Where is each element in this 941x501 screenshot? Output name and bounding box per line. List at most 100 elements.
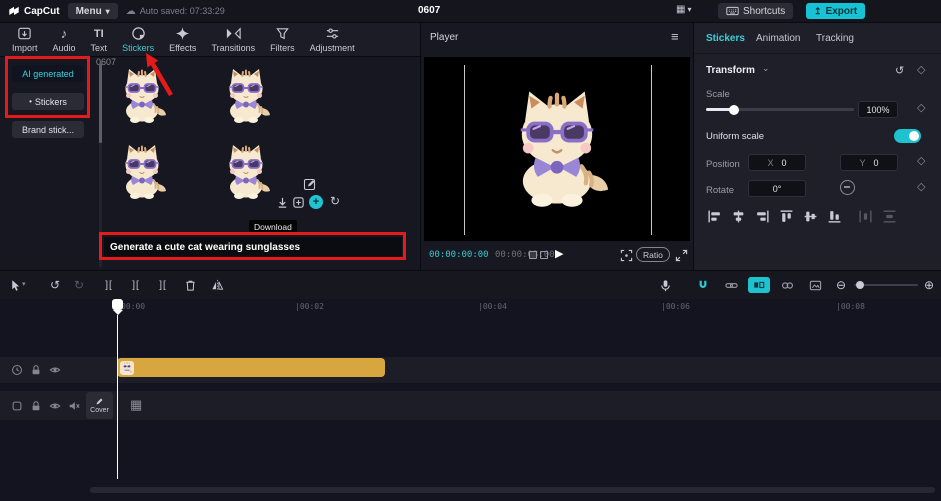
props-tab-stickers[interactable]: Stickers	[706, 33, 745, 44]
transition-snap-toggle[interactable]	[776, 277, 798, 293]
add-sticker-button[interactable]: +	[309, 195, 323, 209]
shortcuts-button[interactable]: Shortcuts	[718, 3, 794, 19]
align-middle-v-icon[interactable]	[803, 209, 818, 224]
distribute-h-icon[interactable]	[858, 209, 873, 224]
uniform-scale-toggle[interactable]	[894, 129, 921, 143]
align-bottom-icon[interactable]	[827, 209, 842, 224]
props-tab-animation[interactable]: Animation	[756, 33, 800, 44]
link-toggle[interactable]	[720, 277, 742, 293]
collapse-icon[interactable]: ⌄	[762, 63, 770, 74]
scale-slider-handle[interactable]	[729, 104, 739, 115]
cover-button[interactable]: Cover	[86, 392, 113, 419]
delete-left-icon[interactable]: ][	[127, 276, 145, 294]
timeline-ruler[interactable]: 00:00 |00:02 |00:04 |00:06 |00:08	[0, 299, 941, 314]
sticker-tile[interactable]	[212, 65, 280, 125]
sidebar-item-brand-stickers[interactable]: Brand stick...	[12, 121, 84, 138]
preview-mode-icons[interactable]	[529, 251, 548, 259]
fullscreen-icon[interactable]	[675, 249, 688, 262]
track2-mute-icon[interactable]	[67, 399, 80, 412]
position-x-input[interactable]: X 0	[748, 154, 806, 171]
download-icon[interactable]	[276, 196, 289, 209]
keyframe-icon[interactable]: ◇	[917, 103, 925, 114]
media-tab-label: Adjustment	[309, 43, 355, 53]
media-tab-transitions[interactable]: Transitions	[211, 26, 255, 53]
rotate-label: Rotate	[706, 185, 734, 196]
props-tab-tracking[interactable]: Tracking	[816, 33, 854, 44]
timeline-zoom-handle[interactable]	[856, 281, 864, 289]
align-left-icon[interactable]	[707, 209, 722, 224]
snap-toggle[interactable]	[692, 277, 714, 293]
layout-switcher[interactable]: ▦ ▾	[676, 4, 691, 15]
rotate-input[interactable]: 0°	[748, 180, 806, 197]
position-label: Position	[706, 159, 740, 170]
track1-lock-icon[interactable]	[29, 363, 42, 376]
export-label: Export	[825, 5, 858, 17]
scale-slider[interactable]	[706, 104, 854, 115]
preview-cat-sticker[interactable]	[493, 83, 621, 211]
track2-visibility-icon[interactable]	[48, 399, 61, 412]
rotate-knob[interactable]	[840, 180, 855, 195]
play-button[interactable]: ▶	[555, 247, 563, 260]
menu-button[interactable]: Menu ▾	[67, 3, 118, 19]
playhead-handle[interactable]	[112, 299, 123, 310]
align-right-icon[interactable]	[755, 209, 770, 224]
timeline-scrollbar[interactable]	[90, 487, 935, 493]
keyframe-icon[interactable]: ◇	[917, 182, 925, 193]
effects-icon	[175, 26, 190, 41]
player-title: Player	[430, 32, 459, 43]
playhead[interactable]	[112, 299, 123, 481]
media-tab-effects[interactable]: Effects	[169, 26, 196, 53]
pencil-icon	[95, 397, 104, 406]
sticker-clip[interactable]	[117, 358, 385, 377]
position-y-input[interactable]: Y 0	[840, 154, 898, 171]
delete-right-icon[interactable]: ][	[154, 276, 172, 294]
track2-lock-icon[interactable]	[29, 399, 42, 412]
select-tool-caret-icon[interactable]: ▾	[22, 280, 26, 288]
media-tab-stickers[interactable]: Stickers	[122, 26, 154, 53]
split-icon[interactable]: ][	[100, 276, 118, 294]
frame-preview-icon[interactable]	[620, 249, 633, 262]
zoom-out-icon[interactable]: ⊖	[832, 276, 850, 294]
media-tab-import[interactable]: Import	[12, 26, 38, 53]
layout-grid-icon: ▦	[676, 4, 686, 15]
library-scrollbar-thumb[interactable]	[99, 63, 102, 143]
distribute-v-icon[interactable]	[882, 209, 897, 224]
ruler-tick: |00:02	[295, 302, 324, 311]
media-tab-text[interactable]: TI Text	[91, 26, 108, 54]
align-center-h-icon[interactable]	[731, 209, 746, 224]
track1-toggle-icon[interactable]	[10, 363, 23, 376]
mic-icon[interactable]	[656, 276, 674, 294]
render-preview-toggle[interactable]	[804, 277, 826, 293]
track1-visibility-icon[interactable]	[48, 363, 61, 376]
scale-value[interactable]: 100%	[858, 101, 898, 118]
sticker-tile[interactable]	[108, 141, 176, 201]
media-tab-audio[interactable]: ♪ Audio	[53, 26, 76, 53]
refresh-icon[interactable]: ↻	[330, 194, 340, 208]
chevron-down-icon: ▾	[105, 6, 110, 16]
keyframe-icon[interactable]: ◇	[917, 156, 925, 167]
zoom-in-icon[interactable]: ⊕	[920, 276, 938, 294]
mirror-icon[interactable]	[208, 276, 226, 294]
media-tab-filters[interactable]: Filters	[270, 26, 295, 53]
redo-button[interactable]: ↻	[70, 276, 88, 294]
reset-transform-icon[interactable]: ↺	[895, 64, 904, 77]
add-to-collection-icon[interactable]	[292, 196, 305, 209]
undo-button[interactable]: ↺	[46, 276, 64, 294]
timeline-zoom-slider[interactable]	[854, 281, 918, 289]
cloud-icon: ☁	[125, 5, 136, 17]
sticker-tile[interactable]	[212, 141, 280, 201]
rotate-knob-dash	[844, 186, 850, 188]
delete-icon[interactable]	[181, 276, 199, 294]
track2-toggle-icon[interactable]	[10, 399, 23, 412]
export-button[interactable]: ↥ Export	[806, 3, 866, 19]
player-menu-icon[interactable]: ≡	[671, 29, 679, 44]
keyframe-icon[interactable]: ◇	[917, 65, 925, 76]
preview-axis-toggle[interactable]	[748, 277, 770, 293]
adjustment-icon	[325, 26, 340, 41]
ratio-button[interactable]: Ratio	[636, 247, 670, 262]
transform-section-title[interactable]: Transform	[706, 65, 755, 76]
align-top-icon[interactable]	[779, 209, 794, 224]
edit-sticker-icon[interactable]	[303, 177, 317, 191]
keyboard-icon	[726, 6, 739, 16]
media-tab-adjustment[interactable]: Adjustment	[310, 26, 355, 53]
